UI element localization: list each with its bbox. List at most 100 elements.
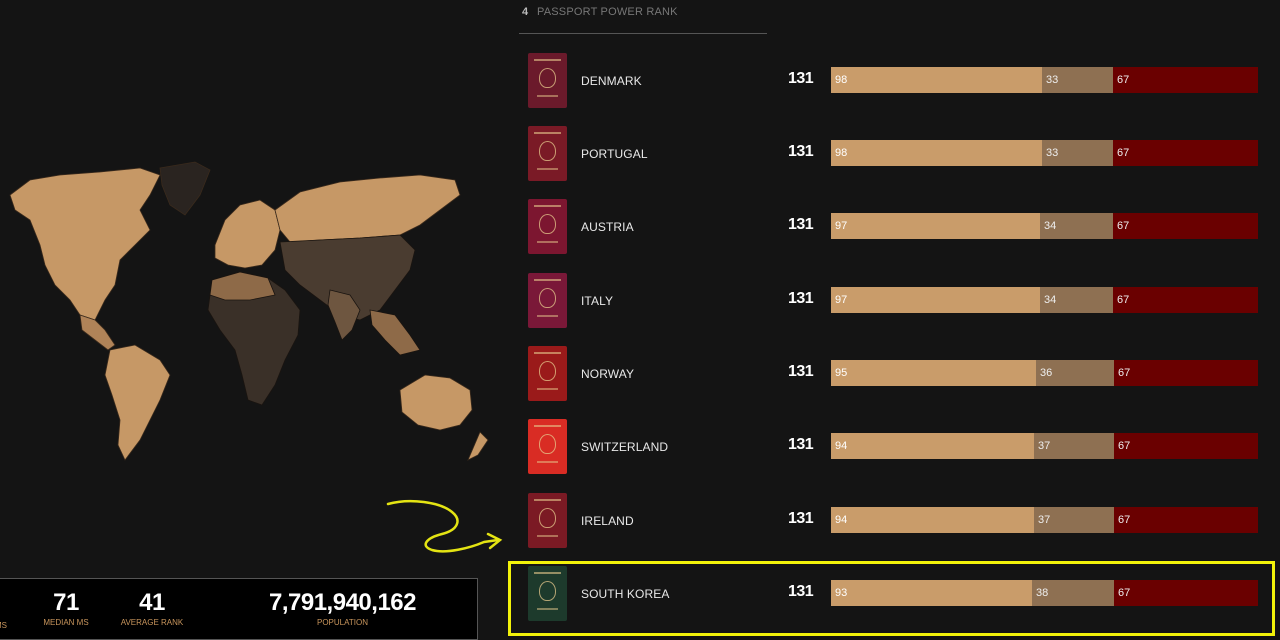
passport-footer-icon bbox=[537, 168, 558, 170]
average-rank-value: 41 bbox=[139, 589, 165, 616]
passport-cover[interactable] bbox=[528, 346, 567, 401]
country-row[interactable]: AUSTRIA 131 97 34 67 bbox=[519, 192, 1279, 265]
passport-cover[interactable] bbox=[528, 566, 567, 621]
country-name[interactable]: AUSTRIA bbox=[581, 220, 634, 234]
visa-breakdown-bar: 94 37 67 bbox=[831, 507, 1258, 533]
visa-on-arrival-segment: 34 bbox=[1040, 287, 1113, 313]
country-row[interactable]: ITALY 131 97 34 67 bbox=[519, 266, 1279, 339]
passport-footer-icon bbox=[537, 608, 558, 610]
visa-on-arrival-segment: 38 bbox=[1032, 580, 1114, 606]
country-name[interactable]: DENMARK bbox=[581, 74, 642, 88]
passport-footer-icon bbox=[537, 535, 558, 537]
visa-on-arrival-segment: 33 bbox=[1042, 140, 1113, 166]
country-row[interactable]: SOUTH KOREA 131 93 38 67 bbox=[519, 559, 1279, 632]
visa-on-arrival-segment: 37 bbox=[1034, 433, 1114, 459]
visa-breakdown-bar: 94 37 67 bbox=[831, 433, 1258, 459]
map-southeast-asia[interactable] bbox=[369, 309, 421, 356]
passport-emblem-icon bbox=[539, 581, 556, 601]
visa-breakdown-bar: 98 33 67 bbox=[831, 67, 1258, 93]
visa-free-segment: 94 bbox=[831, 507, 1034, 533]
visa-free-segment: 95 bbox=[831, 360, 1036, 386]
map-europe[interactable] bbox=[214, 199, 281, 269]
country-row[interactable]: IRELAND 131 94 37 67 bbox=[519, 486, 1279, 559]
country-name[interactable]: NORWAY bbox=[581, 367, 634, 381]
stat-median: 71 MEDIAN MS bbox=[37, 589, 95, 627]
map-greenland[interactable] bbox=[159, 161, 211, 216]
visa-on-arrival-segment: 36 bbox=[1036, 360, 1114, 386]
visa-free-segment: 98 bbox=[831, 140, 1042, 166]
arrow-annotation-icon bbox=[386, 499, 503, 553]
country-total-score: 131 bbox=[788, 436, 814, 453]
country-total-score: 131 bbox=[788, 583, 814, 600]
country-total-score: 131 bbox=[788, 510, 814, 527]
visa-required-segment: 67 bbox=[1113, 213, 1258, 239]
map-new-zealand[interactable] bbox=[467, 431, 489, 461]
visa-breakdown-bar: 93 38 67 bbox=[831, 580, 1258, 606]
passport-emblem-icon bbox=[539, 361, 556, 381]
map-north-america[interactable] bbox=[9, 167, 161, 321]
visa-required-segment: 67 bbox=[1114, 580, 1258, 606]
passport-emblem-icon bbox=[539, 141, 556, 161]
passport-emblem-icon bbox=[539, 288, 556, 308]
passport-footer-icon bbox=[537, 95, 558, 97]
visa-required-segment: 67 bbox=[1113, 287, 1258, 313]
stat-population: 7,791,940,162 POPULATION bbox=[255, 589, 430, 627]
country-name[interactable]: SWITZERLAND bbox=[581, 440, 668, 454]
passport-footer-icon bbox=[537, 315, 558, 317]
passport-cover[interactable] bbox=[528, 493, 567, 548]
passport-title-icon bbox=[534, 352, 561, 354]
passport-footer-icon bbox=[537, 388, 558, 390]
passport-footer-icon bbox=[537, 461, 558, 463]
visa-required-segment: 67 bbox=[1113, 140, 1258, 166]
map-north-africa[interactable] bbox=[209, 271, 276, 301]
median-label: MEDIAN MS bbox=[43, 618, 89, 627]
stat-average-rank: 41 AVERAGE RANK bbox=[117, 589, 187, 627]
passport-footer-icon bbox=[537, 241, 558, 243]
passport-cover[interactable] bbox=[528, 273, 567, 328]
passport-cover[interactable] bbox=[528, 126, 567, 181]
country-name[interactable]: ITALY bbox=[581, 294, 613, 308]
rank-label: PASSPORT POWER RANK bbox=[537, 6, 678, 18]
visa-breakdown-bar: 97 34 67 bbox=[831, 287, 1258, 313]
visa-required-segment: 67 bbox=[1114, 360, 1258, 386]
visa-required-segment: 67 bbox=[1114, 433, 1258, 459]
visa-on-arrival-segment: 34 bbox=[1040, 213, 1113, 239]
passport-emblem-icon bbox=[539, 434, 556, 454]
passport-title-icon bbox=[534, 499, 561, 501]
map-central-america[interactable] bbox=[79, 314, 116, 351]
visa-breakdown-bar: 98 33 67 bbox=[831, 140, 1258, 166]
visa-on-arrival-segment: 37 bbox=[1034, 507, 1114, 533]
country-row[interactable]: DENMARK 131 98 33 67 bbox=[519, 46, 1279, 119]
country-row[interactable]: PORTUGAL 131 98 33 67 bbox=[519, 119, 1279, 192]
country-name[interactable]: IRELAND bbox=[581, 514, 634, 528]
country-name[interactable]: SOUTH KOREA bbox=[581, 587, 669, 601]
visa-on-arrival-segment: 33 bbox=[1042, 67, 1113, 93]
passport-cover[interactable] bbox=[528, 53, 567, 108]
world-map[interactable] bbox=[0, 150, 505, 470]
passport-title-icon bbox=[534, 279, 561, 281]
visa-free-segment: 94 bbox=[831, 433, 1034, 459]
country-name[interactable]: PORTUGAL bbox=[581, 147, 648, 161]
visa-free-segment: 97 bbox=[831, 287, 1040, 313]
country-row[interactable]: SWITZERLAND 131 94 37 67 bbox=[519, 412, 1279, 485]
passport-emblem-icon bbox=[539, 214, 556, 234]
visa-required-segment: 67 bbox=[1114, 507, 1258, 533]
passport-title-icon bbox=[534, 59, 561, 61]
population-label: POPULATION bbox=[317, 618, 368, 627]
passport-title-icon bbox=[534, 425, 561, 427]
country-total-score: 131 bbox=[788, 143, 814, 160]
stat-cut-label: MS bbox=[0, 621, 7, 630]
average-rank-label: AVERAGE RANK bbox=[120, 618, 184, 627]
country-row[interactable]: NORWAY 131 95 36 67 bbox=[519, 339, 1279, 412]
median-value: 71 bbox=[53, 589, 79, 616]
map-russia[interactable] bbox=[274, 174, 461, 243]
passport-title-icon bbox=[534, 572, 561, 574]
passport-cover[interactable] bbox=[528, 199, 567, 254]
map-south-america[interactable] bbox=[104, 344, 171, 461]
map-australia[interactable] bbox=[399, 374, 473, 431]
stats-bar: MS 71 MEDIAN MS 41 AVERAGE RANK 7,791,94… bbox=[0, 578, 478, 640]
passport-title-icon bbox=[534, 205, 561, 207]
passport-cover[interactable] bbox=[528, 419, 567, 474]
visa-required-segment: 67 bbox=[1113, 67, 1258, 93]
visa-breakdown-bar: 97 34 67 bbox=[831, 213, 1258, 239]
